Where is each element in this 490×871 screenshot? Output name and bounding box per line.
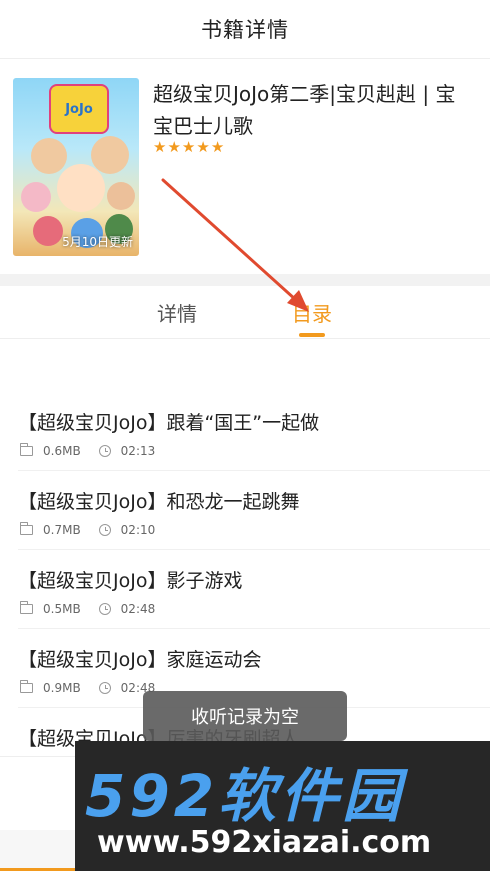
episode-title: 【超级宝贝JoJo】家庭运动会 — [18, 649, 262, 671]
episode-item[interactable]: 【超级宝贝JoJo】跟着“国王”一起做 0.6MB 02:13 — [18, 392, 490, 471]
episode-title: 【超级宝贝JoJo】跟着“国王”一起做 — [18, 412, 320, 434]
book-title: 超级宝贝JoJo第二季|宝贝赳赳 | 宝宝巴士儿歌 — [153, 82, 456, 138]
star-icon: ★ — [196, 138, 210, 156]
folder-icon — [20, 443, 33, 456]
book-cover-image[interactable]: JoJo 5月10日更新 — [13, 78, 139, 256]
cover-figure — [21, 182, 51, 212]
cover-figure — [31, 138, 67, 174]
rating-stars: ★ ★ ★ ★ ★ — [153, 140, 224, 155]
active-tab-indicator — [299, 333, 325, 337]
episode-title: 【超级宝贝JoJo】影子游戏 — [18, 570, 243, 592]
star-icon: ★ — [210, 138, 225, 156]
episode-size: 0.9MB — [43, 681, 81, 695]
star-icon: ★ — [153, 138, 167, 156]
toast-message: 收听记录为空 — [143, 691, 347, 741]
episode-size: 0.7MB — [43, 523, 81, 537]
tab-detail[interactable]: 详情 — [157, 298, 197, 327]
cover-figure — [57, 164, 105, 212]
watermark-logo: 592软件园 www.592xiazai.com — [75, 741, 490, 871]
episode-duration: 02:48 — [120, 602, 156, 616]
episode-duration: 02:10 — [120, 523, 156, 537]
tab-catalog[interactable]: 目录 — [292, 298, 332, 327]
episode-size: 0.6MB — [43, 444, 81, 458]
cover-figure — [33, 216, 63, 246]
cover-logo: JoJo — [49, 84, 109, 134]
episode-title: 【超级宝贝JoJo】和恐龙一起跳舞 — [18, 491, 300, 513]
clock-icon — [98, 682, 111, 694]
book-info: JoJo 5月10日更新 超级宝贝JoJo第二季|宝贝赳赳 | 宝宝巴士儿歌 ★… — [0, 58, 490, 274]
episode-meta: 0.9MB 02:48 — [20, 680, 155, 695]
episode-item[interactable]: 【超级宝贝JoJo】影子游戏 0.5MB 02:48 — [18, 550, 490, 629]
episode-meta: 0.7MB 02:10 — [20, 522, 156, 537]
star-icon: ★ — [181, 138, 196, 156]
cover-update-label: 5月10日更新 — [62, 235, 133, 249]
tab-bar: 详情 目录 — [0, 286, 490, 339]
star-icon: ★ — [167, 138, 181, 156]
episode-meta: 0.5MB 02:48 — [20, 601, 156, 616]
clock-icon — [98, 524, 111, 536]
folder-icon — [20, 680, 33, 693]
episode-duration: 02:13 — [120, 444, 156, 458]
episode-meta: 0.6MB 02:13 — [20, 443, 156, 458]
page-title: 书籍详情 — [201, 18, 289, 42]
clock-icon — [98, 603, 111, 615]
watermark-url: www.592xiazai.com — [97, 825, 432, 860]
app-header: 书籍详情 — [0, 0, 490, 59]
cover-figure — [107, 182, 135, 210]
clock-icon — [98, 445, 111, 457]
section-divider — [0, 274, 490, 286]
watermark-brand: 592软件园 — [85, 762, 405, 830]
episode-item[interactable]: 【超级宝贝JoJo】和恐龙一起跳舞 0.7MB 02:10 — [18, 471, 490, 550]
cover-figure — [91, 136, 129, 174]
episode-size: 0.5MB — [43, 602, 81, 616]
folder-icon — [20, 601, 33, 614]
folder-icon — [20, 522, 33, 535]
